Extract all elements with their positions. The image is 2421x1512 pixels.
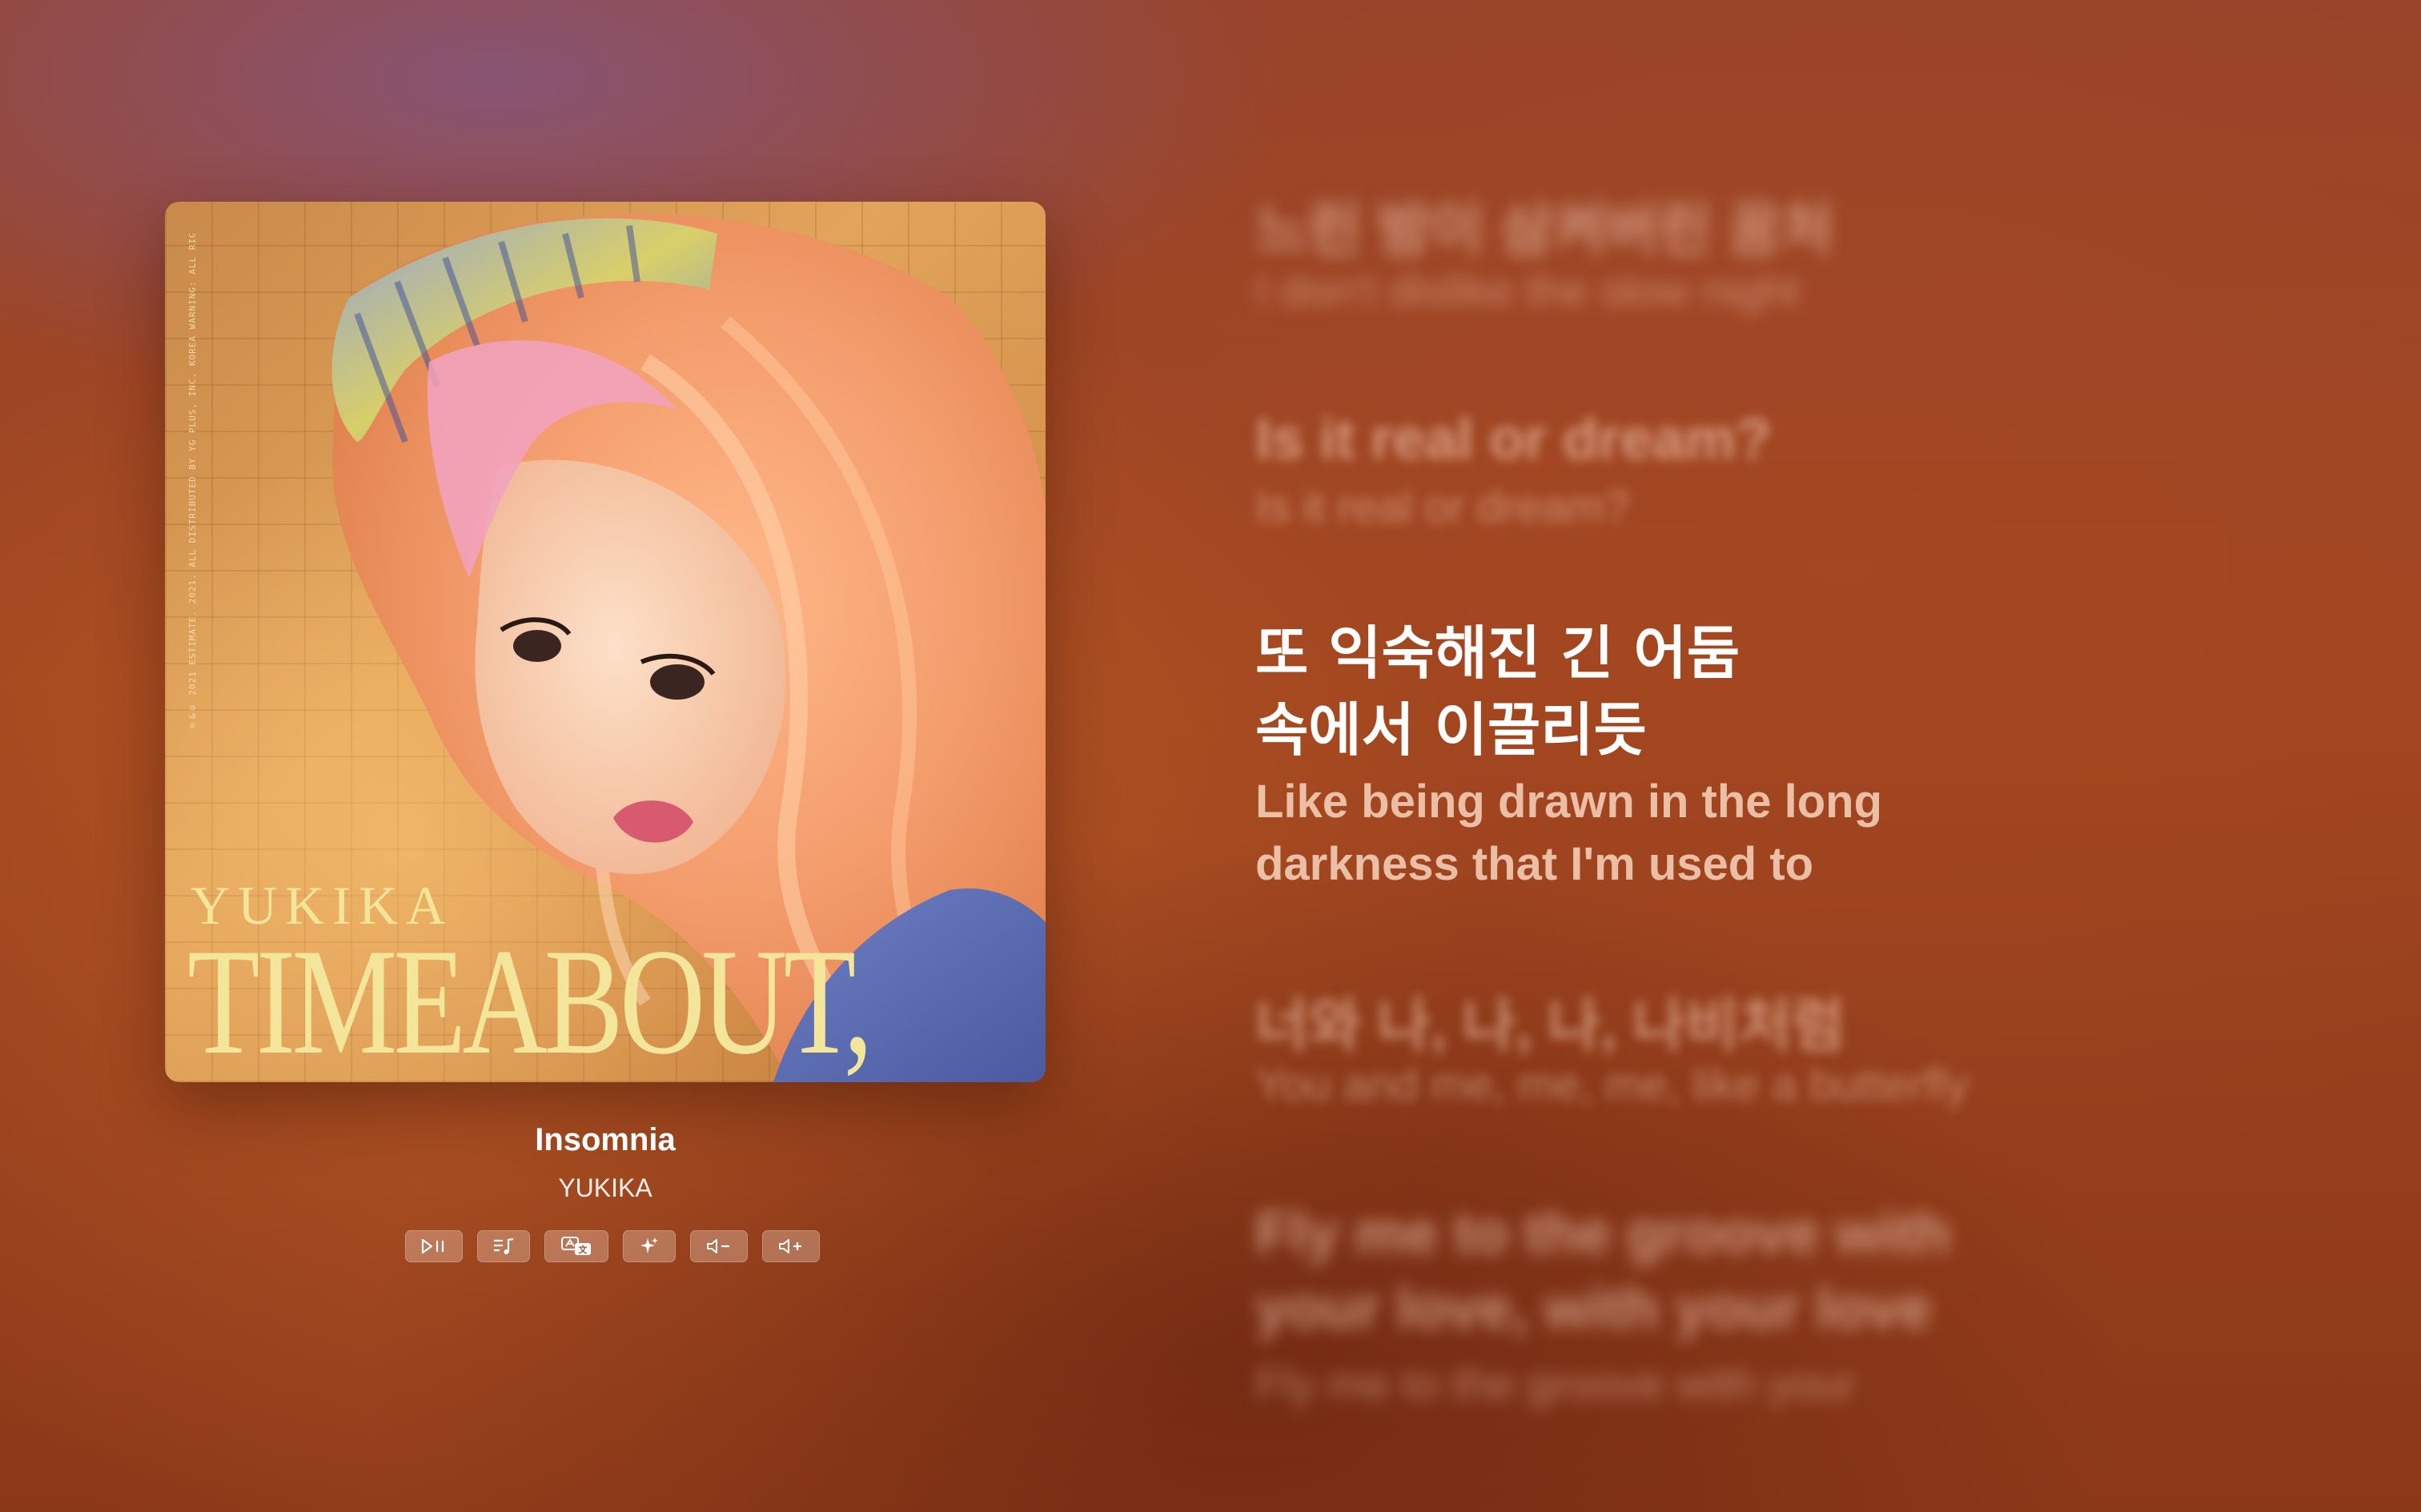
lyric-line-next1-translation: You and me, me, me, like a butterfly: [1255, 1059, 1969, 1109]
lyric-line-current-translation: Like being drawn in the long darkness th…: [1255, 771, 2256, 896]
lyrics-panel: 느린 밤이 삼켜버린 꿈처 I don't dislike the slow n…: [1255, 0, 2256, 1512]
lyric-current-original-line-2: 속에서 이끌리듯: [1255, 696, 1647, 764]
volume-up-icon: [779, 1239, 801, 1253]
lyric-current-translation-line-2: darkness that I'm used to: [1255, 838, 1814, 890]
volume-down-button[interactable]: [690, 1230, 748, 1262]
playback-controls: 文: [405, 1230, 820, 1264]
translate-icon: 文: [561, 1237, 591, 1255]
sparkle-button[interactable]: [623, 1230, 676, 1262]
lyric-line-prev1-translation: Is it real or dream?: [1255, 481, 1629, 531]
album-copyright: ℗&© 2021 ESTIMATE. 2021. ALL DISTRIBUTED…: [187, 234, 198, 730]
lyric-current-translation-line-1: Like being drawn in the long: [1255, 776, 1883, 828]
translate-button[interactable]: 文: [544, 1230, 608, 1262]
lyric-line-prev2-original[interactable]: 느린 밤이 삼켜버린 꿈처: [1255, 182, 2256, 267]
lyric-line-prev1-original[interactable]: Is it real or dream?: [1255, 407, 2256, 472]
track-title: Insomnia: [535, 1122, 676, 1157]
album-title-logo: TIMEABOUT,: [187, 918, 873, 1082]
album-artwork: ℗&© 2021 ESTIMATE. 2021. ALL DISTRIBUTED…: [165, 202, 1046, 1082]
lyric-line-next2-original-2[interactable]: your love, with your love: [1255, 1276, 2256, 1342]
play-pause-icon: [421, 1238, 444, 1254]
lyric-line-current-original[interactable]: 또 익숙해진 긴 어둠 속에서 이끌리듯: [1255, 615, 2256, 768]
play-pause-button[interactable]: [405, 1230, 463, 1262]
lyric-line-next1-original[interactable]: 너와 나, 나, 나, 나비처럼: [1255, 978, 2256, 1062]
volume-up-button[interactable]: [762, 1230, 820, 1262]
lyrics-button[interactable]: [477, 1230, 530, 1262]
lyric-line-next2-original-1[interactable]: Fly me to the groove with: [1255, 1201, 2256, 1266]
lyric-line-prev2-translation: I don't dislike the slow night: [1255, 265, 1800, 315]
sparkle-icon: [640, 1237, 658, 1253]
lyric-line-next2-translation: Fly me to the groove with your: [1255, 1358, 1857, 1409]
lyric-current-original-line-1: 또 익숙해진 긴 어둠: [1255, 620, 1740, 687]
lyrics-icon: [494, 1237, 514, 1254]
track-artist[interactable]: YUKIKA: [165, 1173, 1046, 1203]
svg-text:文: 文: [579, 1244, 588, 1255]
volume-down-icon: [707, 1239, 729, 1253]
